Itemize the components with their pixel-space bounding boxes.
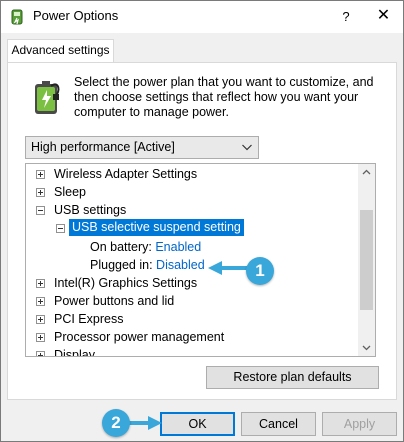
power-plan-icon bbox=[11, 9, 23, 25]
tree-item-label: Processor power management bbox=[54, 330, 225, 344]
expand-icon[interactable] bbox=[36, 297, 45, 306]
apply-button[interactable]: Apply bbox=[322, 412, 397, 436]
tree-item-label: PCI Express bbox=[54, 312, 124, 326]
arrow-down-icon bbox=[362, 345, 371, 351]
tree-scrollbar[interactable] bbox=[358, 164, 375, 356]
arrow-up-icon bbox=[362, 169, 371, 175]
ok-button[interactable]: OK bbox=[160, 412, 235, 436]
tab-advanced-settings[interactable]: Advanced settings bbox=[7, 39, 114, 63]
cancel-button[interactable]: Cancel bbox=[241, 412, 316, 436]
tree-item-label: Intel(R) Graphics Settings bbox=[54, 276, 198, 290]
scroll-thumb[interactable] bbox=[360, 210, 373, 310]
setting-value-link[interactable]: Disabled bbox=[156, 258, 205, 272]
battery-plug-icon bbox=[35, 81, 60, 114]
scroll-down-button[interactable] bbox=[358, 339, 375, 356]
setting-on-battery[interactable]: On battery: Enabled bbox=[90, 238, 201, 256]
tree-item-label: Wireless Adapter Settings bbox=[54, 167, 198, 181]
collapse-icon[interactable] bbox=[56, 224, 65, 233]
power-plan-dropdown[interactable]: High performance [Active] bbox=[25, 136, 259, 159]
title-bar: Power Options ? ✕ bbox=[1, 1, 403, 33]
expand-icon[interactable] bbox=[36, 351, 45, 356]
tree-item-label: USB settings bbox=[54, 203, 127, 217]
help-button[interactable]: ? bbox=[328, 1, 364, 33]
tree-item-label: Display bbox=[54, 348, 95, 357]
window-title: Power Options bbox=[33, 8, 119, 23]
collapse-icon[interactable] bbox=[36, 206, 45, 215]
setting-label: On battery: bbox=[90, 240, 152, 254]
restore-plan-defaults-button[interactable]: Restore plan defaults bbox=[206, 366, 379, 389]
setting-plugged-in[interactable]: Plugged in: Disabled bbox=[90, 256, 205, 274]
callout-badge-1: 1 bbox=[246, 257, 274, 285]
setting-value-link[interactable]: Enabled bbox=[155, 240, 201, 254]
expand-icon[interactable] bbox=[36, 279, 45, 288]
settings-tree[interactable]: Wireless Adapter Settings Sleep USB sett… bbox=[25, 163, 376, 357]
tree-item-label-selected: USB selective suspend setting bbox=[69, 219, 244, 236]
scroll-up-button[interactable] bbox=[358, 164, 375, 181]
power-options-dialog: Power Options ? ✕ Advanced settings Sele… bbox=[0, 0, 404, 442]
expand-icon[interactable] bbox=[36, 333, 45, 342]
intro-text: Select the power plan that you want to c… bbox=[74, 75, 374, 119]
chevron-down-icon bbox=[242, 144, 252, 151]
power-plan-selected: High performance [Active] bbox=[31, 140, 175, 154]
expand-icon[interactable] bbox=[36, 188, 45, 197]
setting-label: Plugged in: bbox=[90, 258, 153, 272]
callout-arrow-icon bbox=[128, 416, 162, 430]
close-button[interactable]: ✕ bbox=[364, 1, 403, 33]
tree-item-label: Power buttons and lid bbox=[54, 294, 175, 308]
expand-icon[interactable] bbox=[36, 315, 45, 324]
tree-item-label: Sleep bbox=[54, 185, 86, 199]
callout-badge-2: 2 bbox=[102, 409, 130, 437]
expand-icon[interactable] bbox=[36, 170, 45, 179]
